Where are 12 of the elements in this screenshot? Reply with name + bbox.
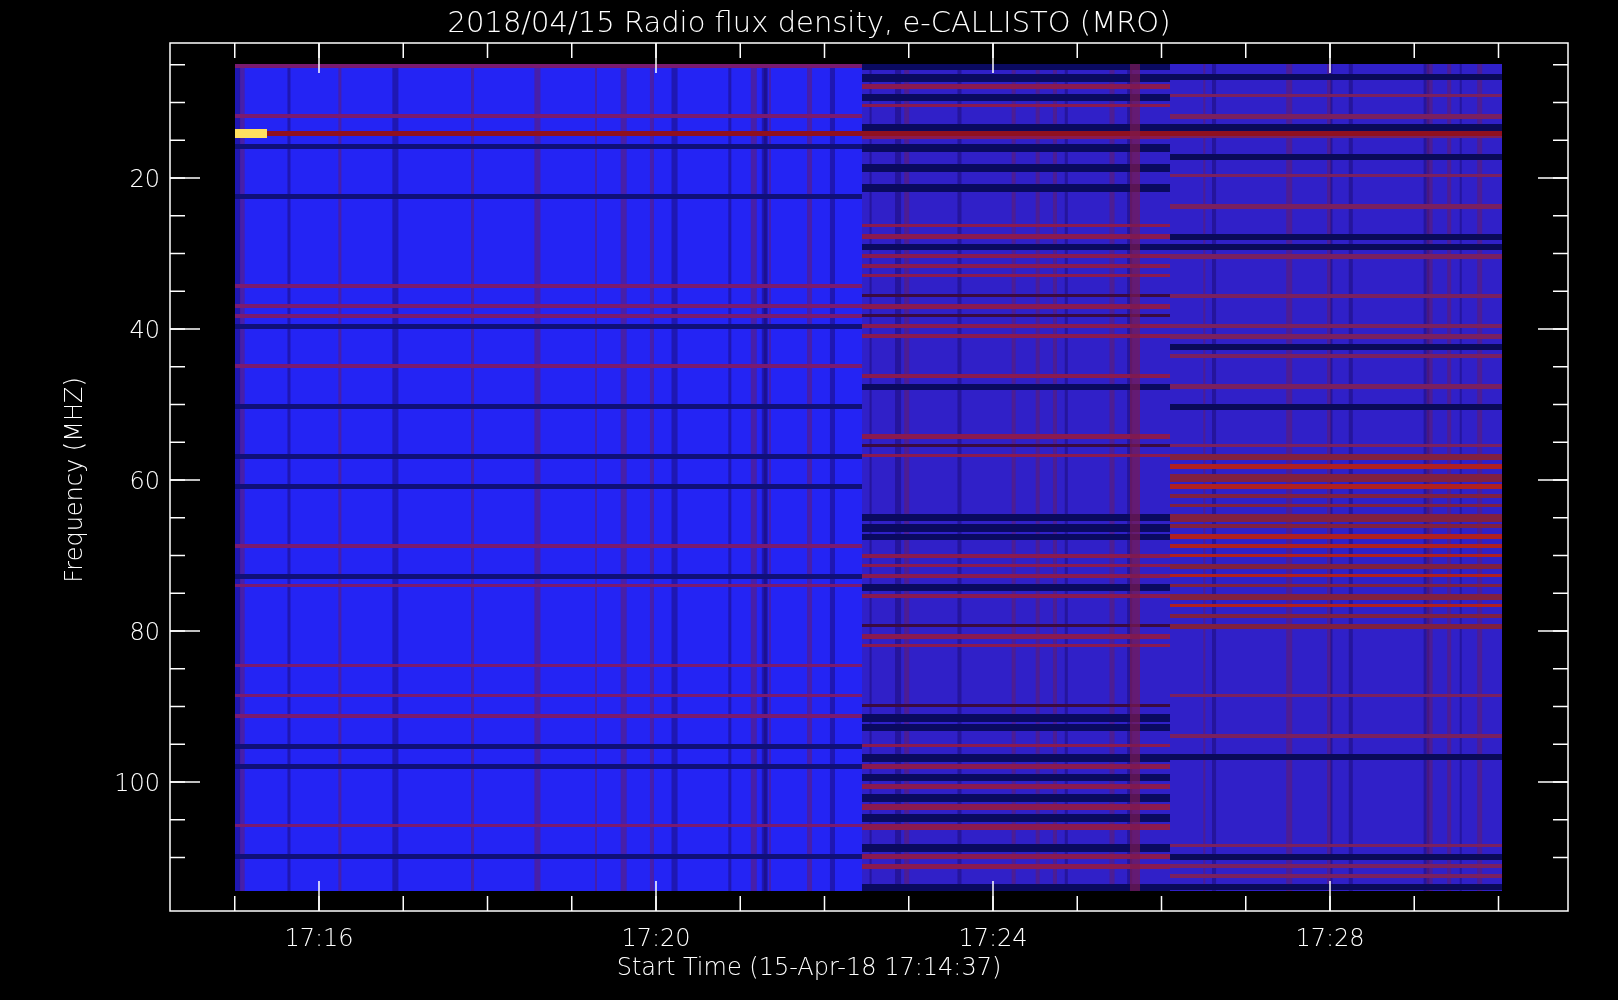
chart-title: 2018/04/15 Radio flux density, e-CALLISTO (MRO) xyxy=(447,5,1171,39)
x-tick-label: 17:24 xyxy=(958,924,1028,952)
x-axis-title: Start Time (15-Apr-18 17:14:37) xyxy=(616,953,1002,981)
y-tick-label: 20 xyxy=(129,165,160,193)
y-axis-title: Frequency (MHZ) xyxy=(60,377,88,583)
y-tick-label: 40 xyxy=(129,316,160,344)
y-tick-label: 80 xyxy=(129,618,160,646)
x-tick-label: 17:20 xyxy=(621,924,691,952)
x-tick-label: 17:28 xyxy=(1295,924,1365,952)
y-tick-label: 100 xyxy=(114,769,160,797)
x-tick-label: 17:16 xyxy=(284,924,354,952)
y-tick-label: 60 xyxy=(129,467,160,495)
